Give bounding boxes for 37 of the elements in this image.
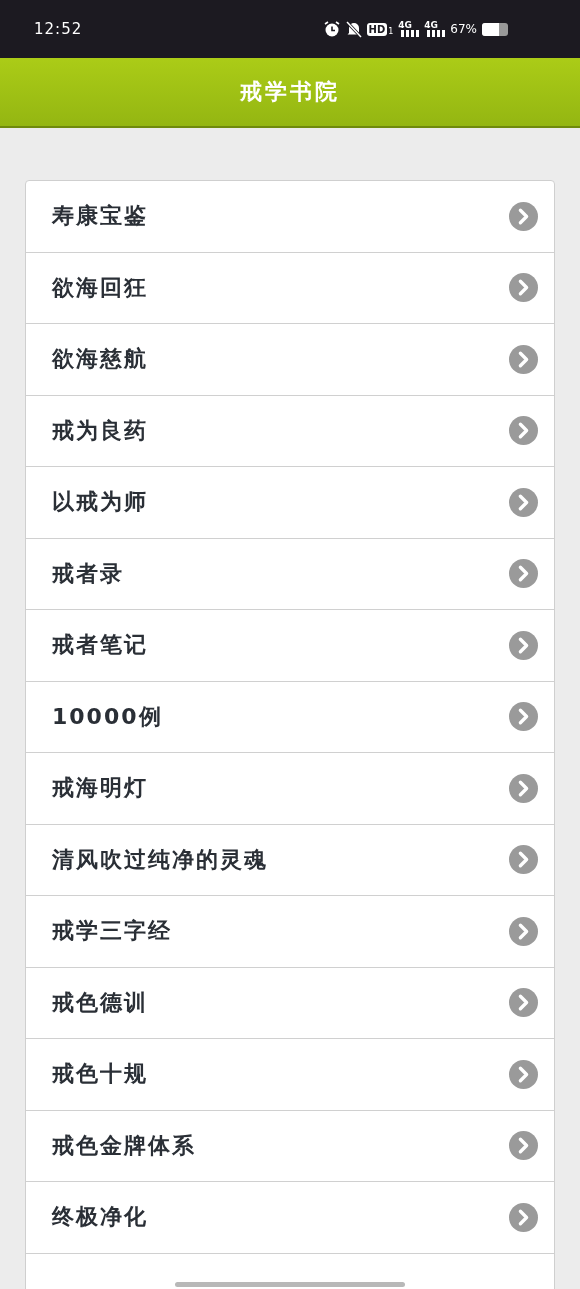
chevron-right-icon: [509, 1131, 538, 1161]
chevron-right-icon: [509, 1202, 538, 1232]
menu-item[interactable]: 寿康宝鉴: [26, 181, 554, 253]
chevron-right-icon: [509, 559, 538, 589]
menu-item[interactable]: 戒色金牌体系: [26, 1110, 554, 1182]
menu-item[interactable]: 戒色十规: [26, 1039, 554, 1111]
chevron-right-icon: [509, 201, 538, 231]
alarm-icon: [322, 20, 341, 38]
menu-item[interactable]: 戒为良药: [26, 395, 554, 467]
menu-item[interactable]: 戒海明灯: [26, 753, 554, 825]
menu-item[interactable]: 戒色德训: [26, 967, 554, 1039]
chevron-right-icon: [509, 630, 538, 660]
page-title: 戒学书院: [240, 78, 340, 106]
chevron-right-icon: [509, 845, 538, 875]
chevron-right-icon: [509, 416, 538, 446]
menu-item[interactable]: 戒者录: [26, 538, 554, 610]
home-indicator[interactable]: [175, 1282, 405, 1287]
muted-bell-icon: [345, 20, 362, 38]
menu-item[interactable]: 欲海回狂: [26, 252, 554, 324]
chevron-right-icon: [509, 988, 538, 1018]
chevron-right-icon: [509, 1059, 538, 1089]
menu-item[interactable]: 10000例: [26, 681, 554, 753]
chevron-right-icon: [509, 273, 538, 303]
battery-percent: 67%: [450, 22, 477, 36]
menu-item[interactable]: 清风吹过纯净的灵魂: [26, 824, 554, 896]
chevron-right-icon: [509, 487, 538, 517]
chevron-right-icon: [509, 916, 538, 946]
chevron-right-icon: [509, 773, 538, 803]
menu-item[interactable]: 戒学三字经: [26, 896, 554, 968]
clock: 12:52: [34, 20, 83, 38]
menu-item[interactable]: 欲海慈航: [26, 324, 554, 396]
menu-item[interactable]: 戒者笔记: [26, 610, 554, 682]
chevron-right-icon: [509, 344, 538, 374]
chevron-right-icon: [509, 702, 538, 732]
menu-item[interactable]: 以戒为师: [26, 467, 554, 539]
battery-icon: [482, 22, 508, 36]
menu-item[interactable]: 终极净化: [26, 1182, 554, 1254]
